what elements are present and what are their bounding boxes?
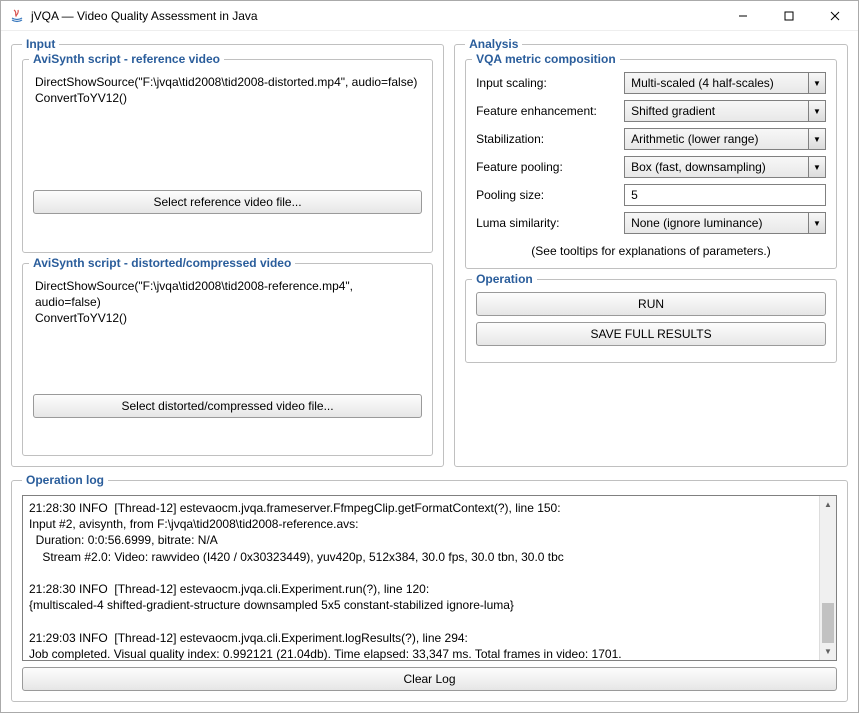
feature-pooling-value: Box (fast, downsampling) <box>624 156 808 178</box>
log-panel: Operation log 21:28:30 INFO [Thread-12] … <box>11 473 848 702</box>
log-legend: Operation log <box>22 473 108 487</box>
distorted-legend: AviSynth script - distorted/compressed v… <box>29 256 295 270</box>
close-button[interactable] <box>812 1 858 31</box>
log-scrollbar[interactable]: ▲ ▼ <box>819 496 836 660</box>
input-scaling-value: Multi-scaled (4 half-scales) <box>624 72 808 94</box>
input-legend: Input <box>22 37 59 51</box>
analysis-legend: Analysis <box>465 37 522 51</box>
input-panel: Input AviSynth script - reference video … <box>11 37 444 467</box>
log-scroll-area: 21:28:30 INFO [Thread-12] estevaocm.jvqa… <box>22 495 837 661</box>
input-scaling-combo[interactable]: Multi-scaled (4 half-scales) ▼ <box>624 72 826 94</box>
feature-enhancement-value: Shifted gradient <box>624 100 808 122</box>
distorted-group: AviSynth script - distorted/compressed v… <box>22 263 433 457</box>
stabilization-combo[interactable]: Arithmetic (lower range) ▼ <box>624 128 826 150</box>
analysis-panel: Analysis VQA metric composition Input sc… <box>454 37 848 467</box>
scroll-up-icon[interactable]: ▲ <box>820 496 836 513</box>
app-window: jVQA — Video Quality Assessment in Java … <box>0 0 859 713</box>
run-button[interactable]: RUN <box>476 292 826 316</box>
chevron-down-icon: ▼ <box>808 156 826 178</box>
chevron-down-icon: ▼ <box>808 128 826 150</box>
clear-log-button[interactable]: Clear Log <box>22 667 837 691</box>
pooling-size-label: Pooling size: <box>476 188 616 202</box>
scroll-down-icon[interactable]: ▼ <box>820 643 836 660</box>
window-controls <box>720 1 858 31</box>
maximize-button[interactable] <box>766 1 812 31</box>
metric-group: VQA metric composition Input scaling: Mu… <box>465 59 837 269</box>
java-app-icon <box>9 8 25 24</box>
minimize-button[interactable] <box>720 1 766 31</box>
pooling-size-input[interactable] <box>624 184 826 206</box>
feature-enhancement-label: Feature enhancement: <box>476 104 616 118</box>
luma-similarity-value: None (ignore luminance) <box>624 212 808 234</box>
feature-enhancement-combo[interactable]: Shifted gradient ▼ <box>624 100 826 122</box>
metric-legend: VQA metric composition <box>472 52 620 66</box>
luma-similarity-label: Luma similarity: <box>476 216 616 230</box>
reference-legend: AviSynth script - reference video <box>29 52 224 66</box>
save-results-button[interactable]: SAVE FULL RESULTS <box>476 322 826 346</box>
scroll-thumb[interactable] <box>822 603 834 643</box>
reference-group: AviSynth script - reference video Select… <box>22 59 433 253</box>
operation-group: Operation RUN SAVE FULL RESULTS <box>465 279 837 363</box>
log-text[interactable]: 21:28:30 INFO [Thread-12] estevaocm.jvqa… <box>23 496 819 660</box>
tooltip-note: (See tooltips for explanations of parame… <box>476 244 826 258</box>
titlebar: jVQA — Video Quality Assessment in Java <box>1 1 858 31</box>
select-distorted-button[interactable]: Select distorted/compressed video file..… <box>33 394 422 418</box>
chevron-down-icon: ▼ <box>808 212 826 234</box>
distorted-script-input[interactable] <box>33 276 422 394</box>
operation-legend: Operation <box>472 272 537 286</box>
stabilization-value: Arithmetic (lower range) <box>624 128 808 150</box>
select-reference-button[interactable]: Select reference video file... <box>33 190 422 214</box>
window-title: jVQA — Video Quality Assessment in Java <box>31 9 720 23</box>
feature-pooling-label: Feature pooling: <box>476 160 616 174</box>
chevron-down-icon: ▼ <box>808 100 826 122</box>
luma-similarity-combo[interactable]: None (ignore luminance) ▼ <box>624 212 826 234</box>
content-area: Input AviSynth script - reference video … <box>1 31 858 712</box>
chevron-down-icon: ▼ <box>808 72 826 94</box>
feature-pooling-combo[interactable]: Box (fast, downsampling) ▼ <box>624 156 826 178</box>
scroll-track[interactable] <box>820 513 836 643</box>
input-scaling-label: Input scaling: <box>476 76 616 90</box>
stabilization-label: Stabilization: <box>476 132 616 146</box>
reference-script-input[interactable] <box>33 72 422 190</box>
